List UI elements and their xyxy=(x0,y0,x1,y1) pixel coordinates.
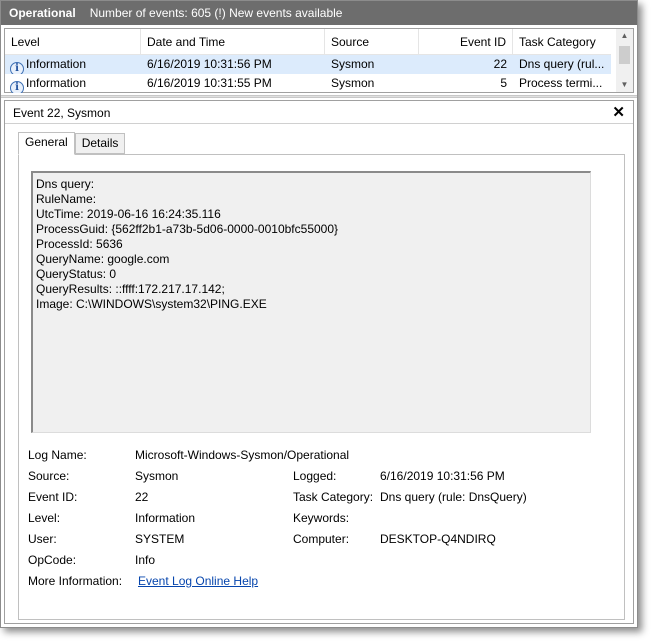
row-level-cell: i Information xyxy=(5,55,141,74)
tab-details[interactable]: Details xyxy=(74,133,126,154)
log-title: Operational xyxy=(9,6,76,20)
row-task-category-cell: Process termi... xyxy=(519,76,603,90)
event-detail-title: Event 22, Sysmon xyxy=(13,106,111,120)
source-value: Sysmon xyxy=(135,469,179,483)
description-line: ProcessId: 5636 xyxy=(36,237,123,251)
table-row[interactable]: i Information 6/16/2019 10:31:56 PM Sysmo… xyxy=(5,55,611,74)
tab-general[interactable]: General xyxy=(18,132,75,155)
event-id-value: 22 xyxy=(135,490,149,504)
event-detail-pane: Event 22, Sysmon ✕ General Details Dns q… xyxy=(4,100,634,624)
detail-tabs: General Details xyxy=(18,132,126,155)
scroll-down-arrow-icon[interactable]: ▼ xyxy=(616,78,633,92)
column-header-task-category[interactable]: Task Category xyxy=(513,29,611,55)
row-level-cell: i Information xyxy=(5,74,141,93)
row-source-cell: Sysmon xyxy=(331,76,375,90)
row-event-id-cell: 22 xyxy=(493,57,507,71)
column-header-level[interactable]: Level xyxy=(5,29,141,55)
info-icon: i xyxy=(10,62,24,74)
task-category-value: Dns query (rule: DnsQuery) xyxy=(380,490,527,504)
general-tab-panel: Dns query: RuleName: UtcTime: 2019-06-16… xyxy=(18,154,625,620)
log-name-label: Log Name: xyxy=(28,448,87,462)
description-line: Dns query: xyxy=(36,177,95,191)
description-line: QueryStatus: 0 xyxy=(36,267,117,281)
info-icon: i xyxy=(10,81,24,93)
keywords-label: Keywords: xyxy=(293,511,350,525)
row-task-category-cell: Dns query (rul... xyxy=(519,57,605,71)
event-list[interactable]: Level Date and Time Source Event ID Task… xyxy=(4,28,634,93)
source-label: Source: xyxy=(28,469,70,483)
description-line: Image: C:\WINDOWS\system32\PING.EXE xyxy=(36,297,267,311)
logged-label: Logged: xyxy=(293,469,337,483)
row-event-id-cell: 5 xyxy=(500,76,507,90)
user-value: SYSTEM xyxy=(135,532,185,546)
event-list-scrollbar[interactable]: ▲ ▼ xyxy=(616,29,633,92)
description-line: RuleName: xyxy=(36,192,97,206)
row-source-cell: Sysmon xyxy=(331,57,375,71)
event-description-box[interactable]: Dns query: RuleName: UtcTime: 2019-06-16… xyxy=(31,171,591,433)
opcode-label: OpCode: xyxy=(28,553,77,567)
close-icon[interactable]: ✕ xyxy=(612,103,625,121)
more-information-label: More Information: xyxy=(28,574,123,588)
column-header-event-id[interactable]: Event ID xyxy=(419,29,513,55)
description-line: QueryResults: ::ffff:172.217.17.142; xyxy=(36,282,225,296)
scroll-up-arrow-icon[interactable]: ▲ xyxy=(616,29,633,43)
task-category-label: Task Category: xyxy=(293,490,374,504)
row-datetime-cell: 6/16/2019 10:31:55 PM xyxy=(147,76,272,90)
description-line: QueryName: google.com xyxy=(36,252,170,266)
column-header-source[interactable]: Source xyxy=(325,29,419,55)
event-log-online-help-link[interactable]: Event Log Online Help xyxy=(138,574,258,589)
event-list-header: Level Date and Time Source Event ID Task… xyxy=(5,29,611,55)
opcode-value: Info xyxy=(135,553,156,567)
user-label: User: xyxy=(28,532,57,546)
event-count-status: Number of events: 605 (!) New events ava… xyxy=(89,6,343,20)
level-label: Level: xyxy=(28,511,61,525)
logged-value: 6/16/2019 10:31:56 PM xyxy=(380,469,505,483)
pane-splitter[interactable] xyxy=(1,95,637,98)
computer-label: Computer: xyxy=(293,532,350,546)
event-detail-header: Event 22, Sysmon ✕ xyxy=(5,101,633,124)
description-line: UtcTime: 2019-06-16 16:24:35.116 xyxy=(36,207,221,221)
event-viewer-window: Operational Number of events: 605 (!) Ne… xyxy=(0,0,638,628)
computer-value: DESKTOP-Q4NDIRQ xyxy=(380,532,496,546)
column-header-date-time[interactable]: Date and Time xyxy=(141,29,325,55)
table-row[interactable]: i Information 6/16/2019 10:31:55 PM Sysmo… xyxy=(5,74,611,93)
event-id-label: Event ID: xyxy=(28,490,78,504)
level-value: Information xyxy=(135,511,196,525)
description-line: ProcessGuid: {562ff2b1-a73b-5d06-0000-00… xyxy=(36,222,339,236)
scrollbar-thumb[interactable] xyxy=(619,46,630,64)
log-header-bar: Operational Number of events: 605 (!) Ne… xyxy=(1,1,637,25)
row-datetime-cell: 6/16/2019 10:31:56 PM xyxy=(147,57,272,71)
log-name-value: Microsoft-Windows-Sysmon/Operational xyxy=(135,448,350,462)
